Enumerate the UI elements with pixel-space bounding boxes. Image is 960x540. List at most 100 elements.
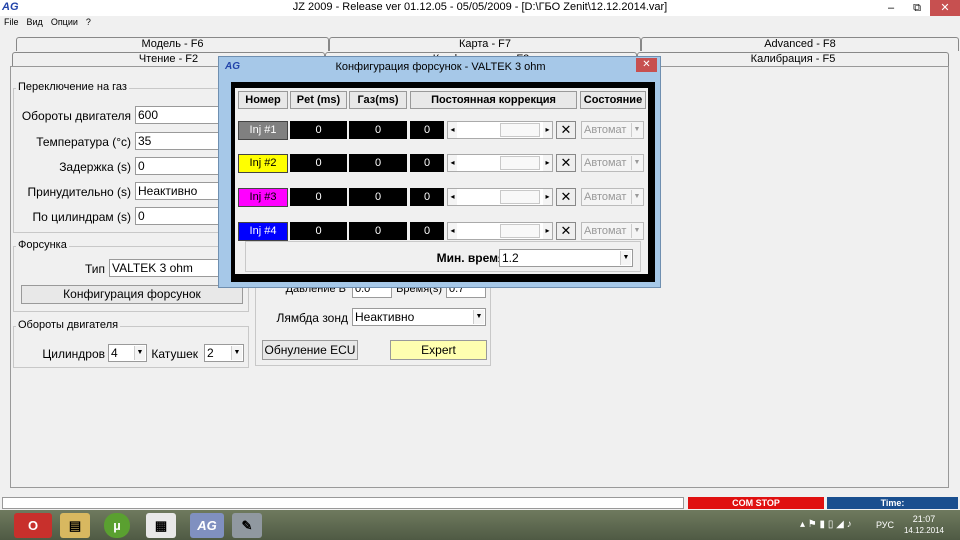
app-logo: AG	[2, 1, 19, 13]
reset-ecu-button[interactable]: Обнуление ECU	[262, 340, 358, 360]
slider-thumb[interactable]	[500, 156, 540, 170]
chevron-down-icon: ▼	[631, 156, 642, 170]
coils-select[interactable]: 2 ▼	[204, 344, 244, 362]
clock-date[interactable]: 14.12.2014	[900, 526, 948, 535]
chevron-down-icon: ▼	[631, 190, 642, 204]
minimize-button[interactable]: –	[878, 0, 904, 16]
cylinders-select[interactable]: 4 ▼	[108, 344, 147, 362]
opera-icon[interactable]: O	[14, 513, 52, 538]
temp-field[interactable]: 35	[135, 132, 220, 150]
slider-thumb[interactable]	[500, 224, 540, 238]
reset-correction-button[interactable]: ✕	[556, 154, 576, 172]
arrow-left-icon[interactable]: ◂	[448, 122, 457, 138]
title-bar: JZ 2009 - Release ver 01.12.05 - 05/05/2…	[0, 0, 960, 16]
dialog-title: Конфигурация форсунок - VALTEK 3 ohm	[335, 61, 546, 73]
chevron-down-icon: ▼	[631, 123, 642, 137]
delay-field[interactable]: 0	[135, 157, 220, 175]
paint-icon[interactable]: ✎	[232, 513, 262, 538]
media-player-icon[interactable]: ▦	[146, 513, 176, 538]
correction-slider[interactable]: ◂ ▸	[447, 188, 553, 206]
restore-button[interactable]: ⧉	[904, 0, 930, 16]
cylinders-value: 4	[111, 346, 118, 360]
menu-file[interactable]: File	[0, 16, 23, 27]
petrol-time-value: 0	[290, 188, 347, 206]
arrow-left-icon[interactable]: ◂	[448, 223, 457, 239]
tab-calibration[interactable]: Калибрация - F5	[637, 52, 949, 66]
chevron-down-icon: ▼	[231, 346, 242, 360]
correction-slider[interactable]: ◂ ▸	[447, 121, 553, 139]
petrol-time-value: 0	[290, 154, 347, 172]
header-number: Номер	[238, 91, 288, 109]
petrol-time-value: 0	[290, 121, 347, 139]
slider-thumb[interactable]	[500, 190, 540, 204]
coils-label: Катушек	[151, 347, 198, 361]
dialog-content: Номер Pet (ms) Газ(ms) Постоянная коррек…	[235, 88, 648, 274]
time-status-badge: Time:	[827, 497, 958, 509]
state-select[interactable]: Автомат ▼	[581, 154, 644, 172]
status-bar: COM STOP Time:	[0, 496, 960, 510]
min-time-label: Мин. время	[436, 251, 505, 265]
arrow-right-icon[interactable]: ▸	[543, 155, 552, 171]
status-text-panel	[2, 497, 684, 509]
dialog-close-button[interactable]: ✕	[636, 58, 657, 72]
petrol-time-value: 0	[290, 222, 347, 240]
ag-app-icon[interactable]: AG	[190, 513, 224, 538]
arrow-right-icon[interactable]: ▸	[543, 122, 552, 138]
injector-type-label: Тип	[84, 262, 105, 276]
injector-label: Inj #1	[238, 121, 288, 140]
tray-icons[interactable]: ▴ ⚑ ▮ ▯ ◢ ♪	[800, 519, 852, 530]
language-indicator[interactable]: РУС	[876, 520, 894, 530]
reset-correction-button[interactable]: ✕	[556, 188, 576, 206]
forced-field[interactable]: Неактивно	[135, 182, 220, 200]
state-select[interactable]: Автомат ▼	[581, 188, 644, 206]
injector-config-button[interactable]: Конфигурация форсунок	[21, 285, 243, 304]
state-select[interactable]: Автомат ▼	[581, 121, 644, 139]
menu-help[interactable]: ?	[82, 16, 95, 27]
tab-advanced[interactable]: Advanced - F8	[641, 37, 959, 51]
temp-label: Температура (°c)	[36, 135, 131, 149]
utorrent-icon[interactable]: µ	[104, 513, 130, 538]
clock-time[interactable]: 21:07	[904, 514, 944, 524]
tab-model[interactable]: Модель - F6	[16, 37, 329, 51]
coils-value: 2	[207, 346, 214, 360]
injector-group-title: Форсунка	[16, 239, 69, 251]
menu-options[interactable]: Опции	[47, 16, 82, 27]
arrow-right-icon[interactable]: ▸	[543, 223, 552, 239]
arrow-left-icon[interactable]: ◂	[448, 189, 457, 205]
injector-config-dialog: Конфигурация форсунок - VALTEK 3 ohm AG …	[218, 56, 661, 288]
menu-bar: File Вид Опции?	[0, 16, 960, 30]
gas-time-value: 0	[349, 154, 407, 172]
by-cylinder-label: По цилиндрам (s)	[32, 210, 131, 224]
reset-correction-button[interactable]: ✕	[556, 121, 576, 139]
expert-button[interactable]: Expert	[390, 340, 487, 360]
slider-thumb[interactable]	[500, 123, 540, 137]
min-time-value: 1.2	[502, 251, 519, 265]
arrow-right-icon[interactable]: ▸	[543, 189, 552, 205]
file-explorer-icon[interactable]: ▤	[60, 513, 90, 538]
switching-group-title: Переключение на газ	[16, 81, 129, 93]
correction-slider[interactable]: ◂ ▸	[447, 154, 553, 172]
cylinders-label: Цилиндров	[42, 347, 105, 361]
correction-value: 0	[410, 222, 444, 240]
state-value: Автомат	[584, 225, 627, 237]
correction-slider[interactable]: ◂ ▸	[447, 222, 553, 240]
tab-map[interactable]: Карта - F7	[329, 37, 641, 51]
by-cylinder-field[interactable]: 0	[135, 207, 220, 225]
header-state: Состояние	[580, 91, 646, 109]
injector-type-field[interactable]: VALTEK 3 ohm	[109, 259, 220, 277]
window-title: JZ 2009 - Release ver 01.12.05 - 05/05/2…	[292, 1, 668, 13]
menu-view[interactable]: Вид	[23, 16, 47, 27]
injector-label: Inj #3	[238, 188, 288, 207]
arrow-left-icon[interactable]: ◂	[448, 155, 457, 171]
chevron-down-icon: ▼	[473, 310, 484, 324]
state-value: Автомат	[584, 191, 627, 203]
lambda-select[interactable]: Неактивно ▼	[352, 308, 486, 326]
rpm-field[interactable]: 600	[135, 106, 220, 124]
engine-group-title: Обороты двигателя	[16, 319, 121, 331]
min-time-select[interactable]: 1.2 ▼	[499, 249, 633, 267]
header-correction: Постоянная коррекция	[410, 91, 577, 109]
rpm-label: Обороты двигателя	[21, 109, 131, 123]
close-button[interactable]: ✕	[930, 0, 960, 16]
state-select[interactable]: Автомат ▼	[581, 222, 644, 240]
reset-correction-button[interactable]: ✕	[556, 222, 576, 240]
